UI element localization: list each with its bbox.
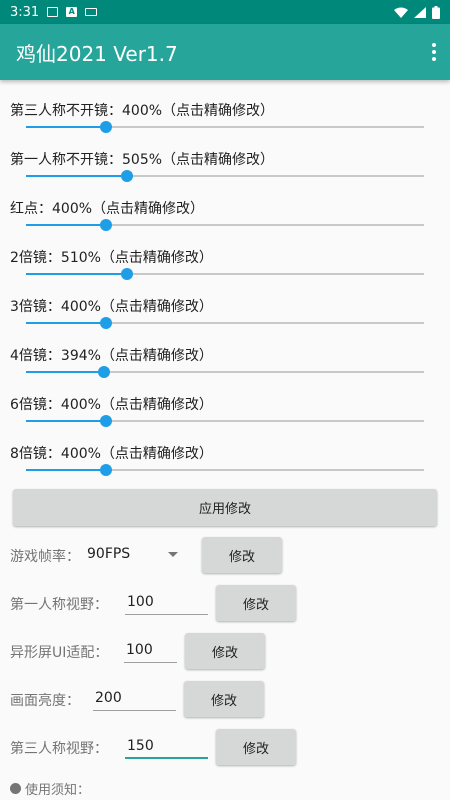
slider-4x-scope: 4倍镜：394%（点击精确修改） — [0, 345, 450, 394]
slider-fill — [26, 420, 106, 422]
usage-notice[interactable]: 使用须知： — [10, 779, 90, 798]
slider-track[interactable] — [26, 366, 424, 378]
slider-label[interactable]: 第三人称不开镜：400%（点击精确修改） — [10, 100, 274, 120]
fps-modify-button[interactable]: 修改 — [202, 537, 282, 573]
fov-first-modify-button[interactable]: 修改 — [216, 585, 296, 621]
slider-fill — [26, 126, 106, 128]
slider-thumb[interactable] — [98, 366, 111, 378]
slider-2x-scope: 2倍镜：510%（点击精确修改） — [0, 247, 450, 296]
app-title: 鸡仙2021 Ver1.7 — [16, 41, 178, 66]
fov-first-label: 第一人称视野： — [10, 597, 108, 613]
slider-3x-scope: 3倍镜：400%（点击精确修改） — [0, 296, 450, 345]
slider-label[interactable]: 2倍镜：510%（点击精确修改） — [10, 247, 213, 267]
brightness-modify-button[interactable]: 修改 — [184, 681, 264, 717]
slider-thumb[interactable] — [99, 415, 112, 427]
fov-third-input[interactable]: 150 — [125, 735, 208, 759]
slider-thumb[interactable] — [121, 268, 134, 280]
slider-thumb[interactable] — [99, 219, 112, 231]
slider-thumb[interactable] — [120, 170, 133, 182]
slider-fill — [26, 224, 106, 226]
battery-icon — [432, 5, 440, 19]
fov-third-label: 第三人称视野： — [10, 741, 108, 757]
slider-8x-scope: 8倍镜：400%（点击精确修改） — [0, 443, 450, 492]
slider-track[interactable] — [26, 121, 424, 133]
slider-track[interactable] — [26, 170, 424, 182]
fps-select[interactable]: 90FPS — [87, 546, 130, 562]
slider-6x-scope: 6倍镜：400%（点击精确修改） — [0, 394, 450, 443]
slider-fill — [26, 175, 127, 177]
fps-label: 游戏帧率： — [10, 549, 80, 565]
keyboard-notification-icon — [85, 8, 98, 16]
fov-third-modify-button[interactable]: 修改 — [216, 729, 296, 765]
slider-fill — [26, 322, 106, 324]
slider-thumb[interactable] — [99, 317, 112, 329]
slider-first-person-no-scope: 第一人称不开镜：505%（点击精确修改） — [0, 149, 450, 198]
brightness-label: 画面亮度： — [10, 693, 80, 709]
fov-first-input[interactable]: 100 — [125, 591, 208, 615]
notch-ui-label: 异形屏UI适配： — [10, 645, 109, 661]
slider-label[interactable]: 3倍镜：400%（点击精确修改） — [10, 296, 213, 316]
apply-changes-button[interactable]: 应用修改 — [13, 489, 437, 526]
status-left: 3:31 A — [10, 4, 98, 20]
notice-label: 使用须知： — [25, 783, 91, 798]
brightness-input[interactable]: 200 — [93, 687, 176, 711]
slider-track[interactable] — [26, 415, 424, 427]
slider-thumb[interactable] — [99, 464, 112, 476]
slider-label[interactable]: 8倍镜：400%（点击精确修改） — [10, 443, 213, 463]
overflow-menu-icon[interactable] — [430, 40, 438, 64]
slider-track[interactable] — [26, 219, 424, 231]
image-notification-icon — [47, 7, 59, 17]
app-bar: 鸡仙2021 Ver1.7 — [0, 24, 450, 80]
status-right — [394, 5, 440, 19]
slider-track[interactable] — [26, 317, 424, 329]
slider-fill — [26, 371, 105, 373]
a-notification-icon: A — [66, 7, 78, 17]
slider-label[interactable]: 红点：400%（点击精确修改） — [10, 198, 204, 218]
slider-label[interactable]: 第一人称不开镜：505%（点击精确修改） — [10, 149, 274, 169]
slider-track[interactable] — [26, 464, 424, 476]
notch-ui-input[interactable]: 100 — [124, 639, 177, 663]
radio-dot-icon — [10, 783, 21, 794]
slider-fill — [26, 273, 128, 275]
slider-track[interactable] — [26, 268, 424, 280]
dropdown-arrow-icon[interactable] — [168, 552, 178, 557]
status-bar: 3:31 A — [0, 0, 450, 24]
slider-label[interactable]: 6倍镜：400%（点击精确修改） — [10, 394, 213, 414]
slider-third-person-no-scope: 第三人称不开镜：400%（点击精确修改） — [0, 100, 450, 149]
status-time: 3:31 — [10, 4, 40, 20]
signal-icon — [414, 6, 426, 18]
slider-red-dot: 红点：400%（点击精确修改） — [0, 198, 450, 247]
slider-thumb[interactable] — [99, 121, 112, 133]
wifi-icon — [394, 7, 408, 18]
slider-label[interactable]: 4倍镜：394%（点击精确修改） — [10, 345, 213, 365]
notch-ui-modify-button[interactable]: 修改 — [185, 633, 265, 669]
slider-fill — [26, 469, 106, 471]
